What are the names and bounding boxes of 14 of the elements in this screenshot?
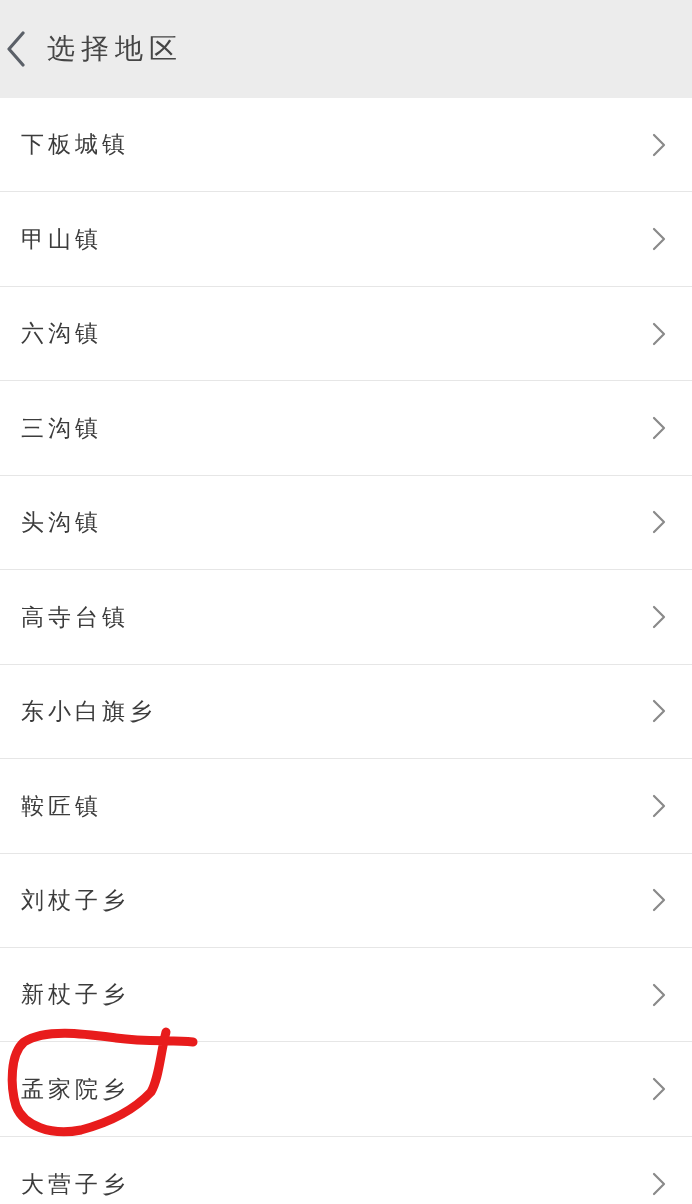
- page-title: 选择地区: [47, 32, 183, 66]
- chevron-right-icon: [652, 793, 666, 818]
- chevron-right-icon: [652, 604, 666, 629]
- chevron-right-icon: [652, 888, 666, 913]
- chevron-right-icon: [652, 227, 666, 252]
- chevron-right-icon: [652, 1172, 666, 1197]
- chevron-right-icon: [652, 132, 666, 157]
- chevron-right-icon: [652, 1077, 666, 1102]
- back-icon: [6, 31, 26, 67]
- chevron-right-icon: [652, 982, 666, 1007]
- chevron-right-icon: [652, 510, 666, 535]
- chevron-right-icon: [652, 699, 666, 724]
- chevron-right-icon: [652, 416, 666, 441]
- chevron-right-icon: [652, 321, 666, 346]
